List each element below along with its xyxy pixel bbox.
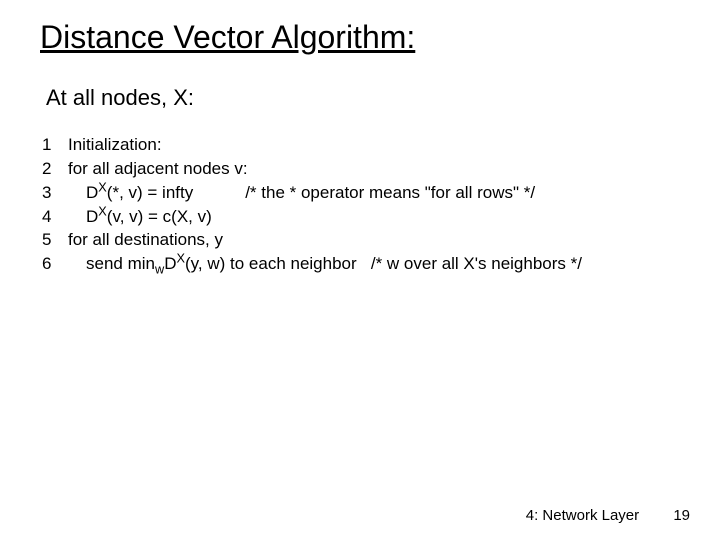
code-line: 6 send minwDX(y, w) to each neighbor /* … <box>42 252 680 276</box>
footer-page-number: 19 <box>673 507 690 524</box>
code-line: 3 DX(*, v) = infty /* the * operator mea… <box>42 181 680 205</box>
line-number: 1 <box>42 133 60 157</box>
footer-chapter: 4: Network Layer <box>526 507 639 524</box>
code-line: 5 for all destinations, y <box>42 228 680 252</box>
superscript: X <box>98 179 107 194</box>
slide-subhead: At all nodes, X: <box>46 85 680 111</box>
line-body: for all adjacent nodes v: <box>60 157 680 181</box>
text: send min <box>86 254 155 273</box>
code-line: 2 for all adjacent nodes v: <box>42 157 680 181</box>
comment: /* w over all X's neighbors */ <box>371 254 582 273</box>
subscript: w <box>155 262 164 277</box>
slide: Distance Vector Algorithm: At all nodes,… <box>0 0 720 540</box>
line-body: Initialization: <box>60 133 680 157</box>
line-body: DX(*, v) = infty /* the * operator means… <box>60 181 680 205</box>
slide-footer: 4: Network Layer 19 <box>526 507 690 524</box>
text: D <box>86 207 98 226</box>
line-number: 5 <box>42 228 60 252</box>
text: (y, w) to each neighbor <box>185 254 357 273</box>
pseudocode-block: 1 Initialization: 2 for all adjacent nod… <box>42 133 680 276</box>
text: (v, v) = c(X, v) <box>107 207 212 226</box>
line-body: send minwDX(y, w) to each neighbor /* w … <box>60 252 680 276</box>
line-number: 3 <box>42 181 60 205</box>
line-number: 4 <box>42 205 60 229</box>
code-line: 4 DX(v, v) = c(X, v) <box>42 205 680 229</box>
superscript: X <box>98 203 107 218</box>
code-line: 1 Initialization: <box>42 133 680 157</box>
line-body: for all destinations, y <box>60 228 680 252</box>
line-number: 2 <box>42 157 60 181</box>
text: D <box>164 254 176 273</box>
line-number: 6 <box>42 252 60 276</box>
text: (*, v) = infty <box>107 183 193 202</box>
slide-title: Distance Vector Algorithm: <box>40 20 680 55</box>
superscript: X <box>176 251 185 266</box>
text: D <box>86 183 98 202</box>
comment: /* the * operator means "for all rows" *… <box>245 183 535 202</box>
line-body: DX(v, v) = c(X, v) <box>60 205 680 229</box>
